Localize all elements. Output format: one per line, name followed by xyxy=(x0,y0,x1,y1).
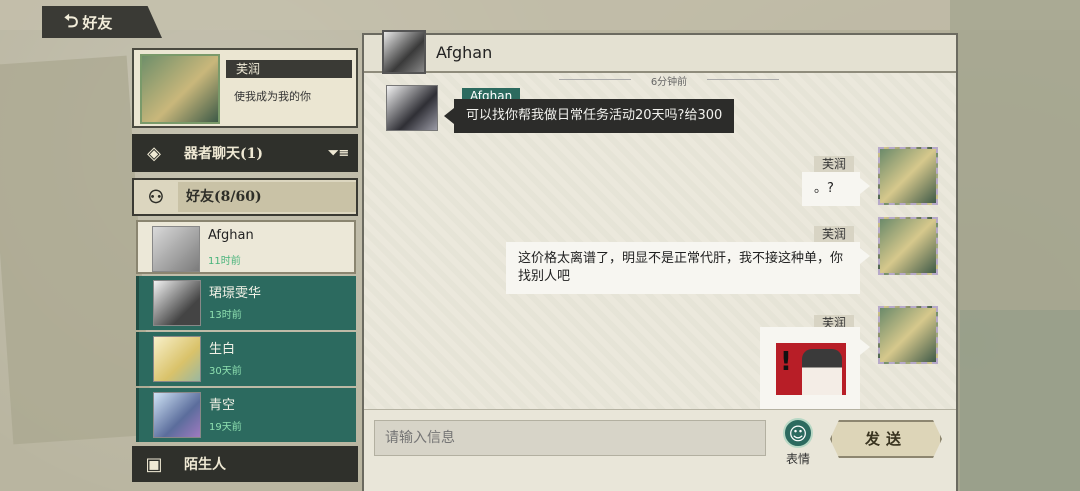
friend-list[interactable]: Afghan 11时前 珺璟雯华 13时前 生白 30天前 青空 19天前 xyxy=(136,220,358,444)
filter-icon[interactable]: ⏷≡ xyxy=(328,146,358,161)
my-name: 芙润 xyxy=(226,60,352,78)
my-profile-card[interactable]: 芙润 使我成为我的你 xyxy=(132,48,358,128)
section-friends[interactable]: ⚇ 好友(8/60) xyxy=(132,178,358,216)
exclamation-icon: ! xyxy=(780,347,792,377)
friend-name: Afghan xyxy=(208,228,254,243)
section-strangers-label: 陌生人 xyxy=(184,457,226,473)
sender-avatar[interactable] xyxy=(386,85,438,131)
friend-name: 生白 xyxy=(209,342,236,357)
chat-panel: Afghan 6分钟前 Afghan 可以找你帮我做日常任务活动20天吗?给30… xyxy=(362,30,958,491)
friend-last-active: 19天前 xyxy=(209,422,242,433)
friend-name: 珺璟雯华 xyxy=(209,286,262,301)
stranger-icon: ▣ xyxy=(145,453,163,475)
friend-last-active: 13时前 xyxy=(209,310,242,321)
back-label: 好友 xyxy=(82,13,113,32)
chat-header: Afghan xyxy=(364,30,956,74)
message-bubble: 可以找你帮我做日常任务活动20天吗?给300 xyxy=(454,99,735,133)
bubble-tail xyxy=(444,108,454,124)
section-friends-label: 好友(8/60) xyxy=(178,182,356,212)
my-message-avatar[interactable] xyxy=(878,217,938,275)
friend-item-afghan[interactable]: Afghan 11时前 xyxy=(136,220,356,274)
bubble-tail xyxy=(860,339,870,355)
friend-item[interactable]: 珺璟雯华 13时前 xyxy=(136,276,356,330)
my-avatar xyxy=(140,54,220,124)
sender-name-tag: 芙润 xyxy=(814,226,855,242)
background-strip xyxy=(0,0,1080,30)
bubble-tail xyxy=(860,248,870,264)
sticker-character xyxy=(802,349,842,395)
friends-icon: ⚇ xyxy=(147,186,165,208)
sticker-image[interactable]: ! xyxy=(776,343,846,395)
message-bubble: 。? xyxy=(802,172,860,206)
message-input-bar: ☺ 表情 发送 xyxy=(364,409,956,491)
friend-item[interactable]: 青空 19天前 xyxy=(136,388,356,442)
background-decor xyxy=(960,310,1080,491)
message-bubble: 这价格太离谱了，明显不是正常代肝，我不接这种单，你找别人吧 xyxy=(506,242,860,294)
diamond-chat-icon: ◈ xyxy=(147,142,161,164)
section-weapon-chat[interactable]: ◈ 器者聊天(1) ⏷≡ xyxy=(132,134,358,172)
smiley-icon: ☺ xyxy=(783,418,813,448)
friend-avatar xyxy=(152,226,200,272)
back-button[interactable]: ⮌ 好友 xyxy=(42,6,162,38)
friend-name: 青空 xyxy=(209,398,236,413)
sender-name-tag: 芙润 xyxy=(814,156,855,172)
friend-avatar xyxy=(153,336,201,382)
my-message-avatar[interactable] xyxy=(878,306,938,364)
send-button[interactable]: 发送 xyxy=(830,420,942,458)
friend-last-active: 30天前 xyxy=(209,366,242,377)
friend-avatar xyxy=(153,280,201,326)
message-input[interactable] xyxy=(374,420,766,456)
friend-last-active: 11时前 xyxy=(208,256,241,267)
section-chat-label: 器者聊天(1) xyxy=(184,146,263,162)
my-message-avatar[interactable] xyxy=(878,147,938,205)
friend-item[interactable]: 生白 30天前 xyxy=(136,332,356,386)
section-strangers[interactable]: ▣ 陌生人 xyxy=(132,446,358,482)
friend-avatar xyxy=(153,392,201,438)
chat-partner-avatar[interactable] xyxy=(382,30,426,74)
emoji-label: 表情 xyxy=(785,452,810,466)
back-arrow-icon: ⮌ xyxy=(64,11,79,32)
bubble-tail xyxy=(860,178,870,194)
my-signature: 使我成为我的你 xyxy=(234,90,311,103)
emoji-button[interactable]: ☺ 表情 xyxy=(778,418,818,470)
background-panel-left xyxy=(0,55,154,445)
message-timestamp: 6分钟前 xyxy=(559,73,779,88)
chat-partner-name: Afghan xyxy=(436,43,493,62)
